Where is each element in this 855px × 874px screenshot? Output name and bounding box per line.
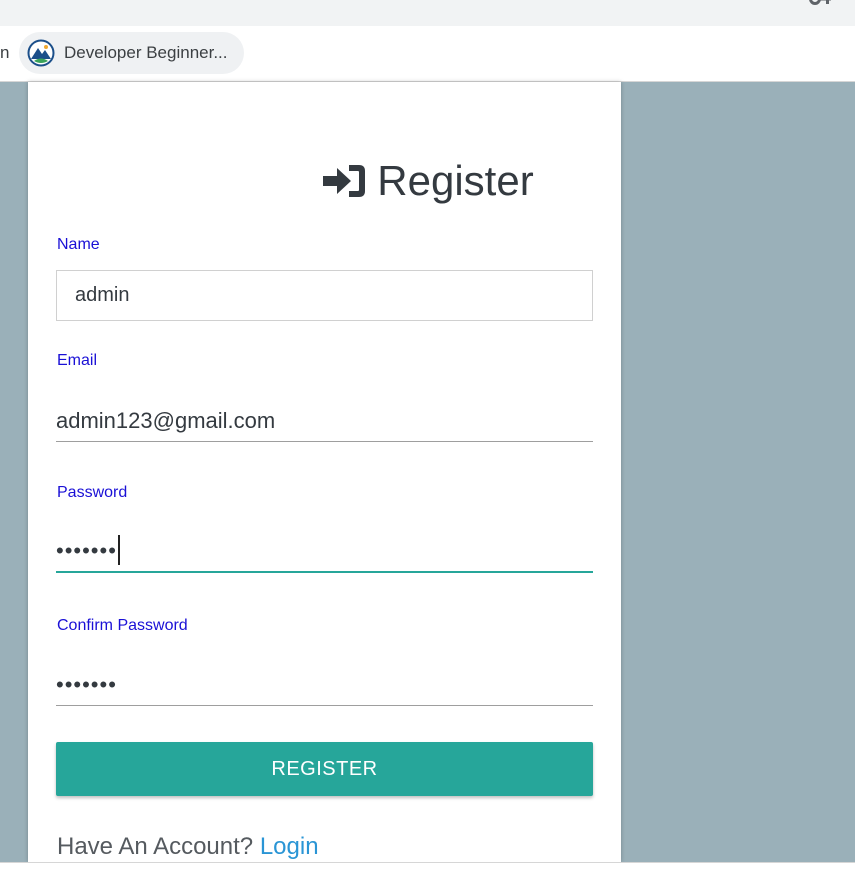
name-input[interactable]: admin	[56, 270, 593, 321]
page-title: Register	[0, 153, 855, 209]
confirm-password-input[interactable]: •••••••	[56, 665, 593, 706]
page-title-text: Register	[377, 157, 534, 204]
sign-in-icon	[323, 165, 366, 197]
bookmark-developer-beginner[interactable]: Developer Beginner...	[19, 32, 244, 74]
email-input[interactable]: admin123@gmail.com	[56, 401, 593, 442]
confirm-password-value: •••••••	[56, 672, 117, 697]
password-input[interactable]: •••••••	[56, 531, 593, 573]
browser-top-strip	[0, 0, 855, 26]
key-icon[interactable]	[807, 0, 833, 10]
confirm-password-label: Confirm Password	[57, 617, 188, 634]
email-label: Email	[57, 352, 98, 369]
browser-bottom-strip	[0, 862, 855, 874]
text-caret	[117, 535, 120, 566]
trailhead-icon	[27, 39, 55, 67]
name-label: Name	[57, 236, 100, 253]
bookmark-partial-label[interactable]: n	[0, 43, 9, 63]
bookmark-label: Developer Beginner...	[64, 43, 228, 62]
password-label: Password	[57, 484, 128, 501]
register-button[interactable]: REGISTER	[56, 742, 593, 796]
login-link[interactable]: Login	[260, 833, 319, 860]
password-value: •••••••	[56, 538, 117, 563]
login-prompt: Have An Account? Login	[57, 833, 319, 861]
login-prompt-text: Have An Account?	[57, 833, 254, 860]
bookmark-bar: n Developer Beginner...	[0, 26, 855, 82]
